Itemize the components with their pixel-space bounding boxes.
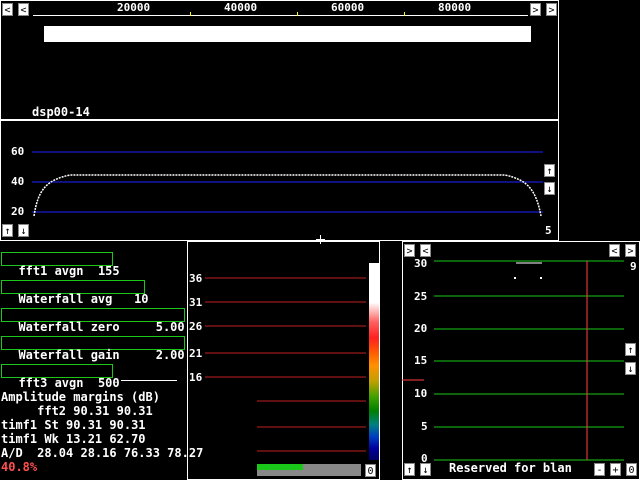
bb-scale-up-button[interactable]: ↑ bbox=[625, 343, 636, 356]
freq-minor-tick bbox=[404, 12, 405, 16]
spectrum-right-value: 5 bbox=[545, 224, 552, 237]
spectrum-down-button[interactable]: ↓ bbox=[18, 224, 29, 237]
baseband-plot bbox=[402, 260, 624, 461]
margins-row-name: fft2 bbox=[1, 404, 67, 418]
bb-right-value: 9 bbox=[630, 260, 637, 273]
waterfall-zero-param[interactable]: Waterfall zero 5.00 bbox=[1, 308, 185, 333]
bb-scale-down-button[interactable]: ↓ bbox=[625, 362, 636, 375]
freq-tick-80000: 80000 bbox=[438, 1, 472, 14]
fft1-avgn-param[interactable]: fft1 avgn 155 bbox=[1, 252, 120, 277]
margins-row-name: timf1 St bbox=[1, 418, 59, 432]
spectrum-trace bbox=[33, 174, 542, 217]
fft1-avgn-value: 155 bbox=[97, 264, 120, 278]
waterfall-zero-value: 5.00 bbox=[155, 320, 185, 334]
freq-minor-tick bbox=[190, 12, 191, 16]
af-ytick-36: 36 bbox=[189, 272, 203, 285]
bb-ytick-30: 30 bbox=[414, 257, 428, 270]
spectrum-up-button[interactable]: ↑ bbox=[2, 224, 13, 237]
color-scale-bar bbox=[369, 263, 379, 460]
waterfall-avg-label: Waterfall avg bbox=[18, 292, 113, 306]
margins-row-value: 90.31 bbox=[109, 418, 146, 432]
margins-row-value: 90.31 bbox=[73, 404, 110, 418]
af-ytick-21: 21 bbox=[189, 347, 203, 360]
frequency-scale-line bbox=[33, 15, 528, 16]
bb-status-text: Reserved for blan bbox=[449, 461, 572, 475]
margins-row-timf1-st: timf1 St 90.31 90.31 bbox=[1, 418, 146, 432]
wide-graph-right-button[interactable]: > bbox=[530, 3, 541, 16]
bb-ytick-10: 10 bbox=[414, 387, 428, 400]
spectrum-scale-up-button[interactable]: ↑ bbox=[544, 164, 555, 177]
af-zero-button[interactable]: 0 bbox=[365, 464, 376, 477]
af-ytick-26: 26 bbox=[189, 320, 203, 333]
ad-margins-line: A/D 28.04 28.16 76.33 78.27 bbox=[1, 446, 204, 460]
fft3-avgn-label: fft3 avgn bbox=[18, 376, 84, 390]
fft1-avgn-label: fft1 avgn bbox=[18, 264, 84, 278]
wide-graph-right-button-2[interactable]: > bbox=[546, 3, 557, 16]
freq-tick-20000: 20000 bbox=[117, 1, 151, 14]
waterfall-avg-param[interactable]: Waterfall avg 10 bbox=[1, 280, 149, 305]
spectrum-ytick-20: 20 bbox=[11, 205, 25, 218]
freq-tick-40000: 40000 bbox=[224, 1, 258, 14]
bb-ytick-25: 25 bbox=[414, 290, 428, 303]
fft3-avgn-param[interactable]: fft3 avgn 500 bbox=[1, 364, 120, 389]
fft3-avgn-value: 500 bbox=[97, 376, 120, 390]
af-graph-lines bbox=[205, 277, 366, 452]
margins-row-value: 13.21 bbox=[66, 432, 103, 446]
margins-row-value: 90.31 bbox=[66, 418, 103, 432]
af-level-meter-fill bbox=[257, 464, 303, 470]
bb-minus-button[interactable]: - bbox=[594, 463, 605, 476]
margins-row-timf1-wk: timf1 Wk 13.21 62.70 bbox=[1, 432, 146, 446]
bb-dot bbox=[540, 277, 542, 279]
waterfall-gain-param[interactable]: Waterfall gain 2.00 bbox=[1, 336, 185, 361]
bb-zero-button[interactable]: 0 bbox=[626, 463, 637, 476]
bb-ytick-20: 20 bbox=[414, 322, 428, 335]
margins-row-name: timf1 Wk bbox=[1, 432, 59, 446]
bb-up-button[interactable]: ↑ bbox=[404, 463, 415, 476]
wide-graph-window bbox=[0, 0, 559, 120]
bb-plus-button[interactable]: + bbox=[610, 463, 621, 476]
waterfall-avg-value: 10 bbox=[134, 292, 149, 306]
freq-tick-60000: 60000 bbox=[331, 1, 365, 14]
freq-minor-tick bbox=[297, 12, 298, 16]
bb-down-button[interactable]: ↓ bbox=[420, 463, 431, 476]
spectrum-ytick-40: 40 bbox=[11, 175, 25, 188]
waterfall-gain-label: Waterfall gain bbox=[18, 348, 120, 362]
bb-ytick-15: 15 bbox=[414, 354, 428, 367]
bb-ytick-5: 5 bbox=[421, 420, 428, 433]
passband-bar[interactable] bbox=[44, 26, 531, 42]
divider bbox=[121, 380, 177, 381]
margins-row-fft2: fft2 90.31 90.31 bbox=[1, 404, 153, 418]
margins-title: Amplitude margins (dB) bbox=[1, 390, 160, 404]
waterfall-zero-label: Waterfall zero bbox=[18, 320, 120, 334]
wide-graph-left-button-2[interactable]: < bbox=[18, 3, 29, 16]
spectrum-plot bbox=[32, 151, 543, 217]
cpu-load-percent: 40.8% bbox=[1, 460, 38, 474]
spectrum-ytick-60: 60 bbox=[11, 145, 25, 158]
af-ytick-31: 31 bbox=[189, 296, 203, 309]
wide-graph-left-button[interactable]: < bbox=[2, 3, 13, 16]
bb-dot bbox=[514, 277, 516, 279]
margins-row-value: 90.31 bbox=[116, 404, 153, 418]
spectrum-scale-down-button[interactable]: ↓ bbox=[544, 182, 555, 195]
waterfall-gain-value: 2.00 bbox=[155, 348, 185, 362]
device-label: dsp00-14 bbox=[32, 105, 90, 119]
af-ytick-16: 16 bbox=[189, 371, 203, 384]
margins-row-value: 62.70 bbox=[109, 432, 146, 446]
